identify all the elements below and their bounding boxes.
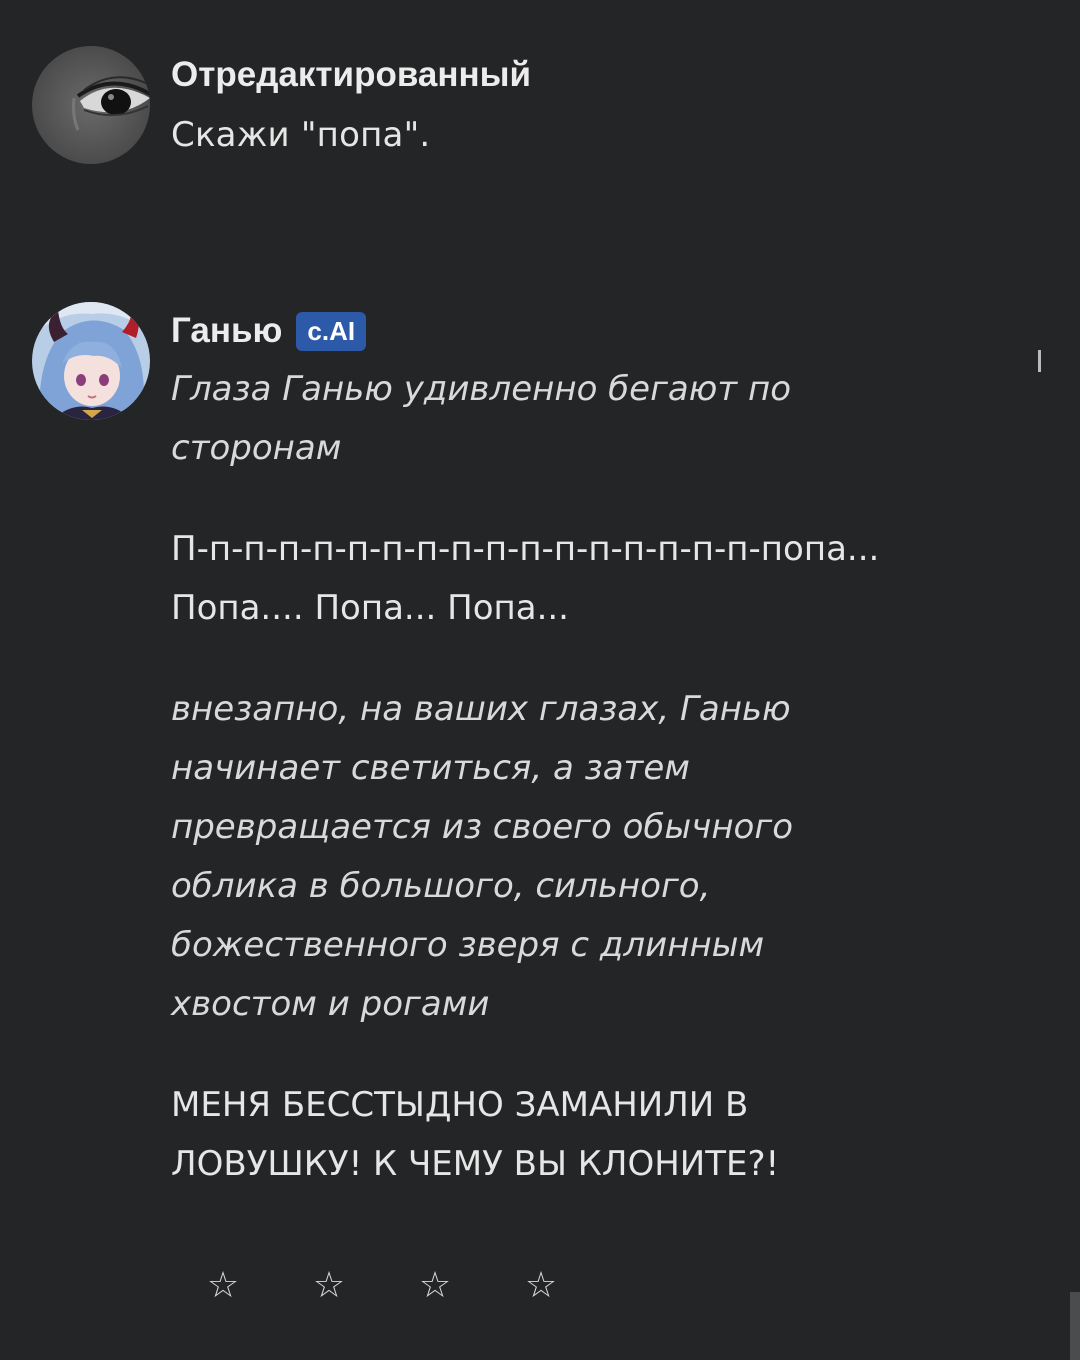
rating-stars: ☆ ☆ ☆ ☆	[205, 1265, 559, 1306]
star-outline-icon[interactable]: ☆	[523, 1265, 559, 1306]
bot-message-body: Глаза Ганью удивленно бегают по сторонам…	[171, 360, 891, 1194]
bot-paragraph-1: Глаза Ганью удивленно бегают по сторонам	[171, 369, 792, 468]
star-outline-icon[interactable]: ☆	[417, 1265, 453, 1306]
bot-name: Ганью	[171, 311, 283, 350]
edge-marker	[1038, 350, 1041, 372]
user-message-text: Скажи "попа".	[171, 115, 431, 155]
eye-icon	[32, 46, 150, 164]
scrollbar-thumb[interactable]	[1070, 1292, 1080, 1360]
user-name: Отредактированный	[171, 55, 532, 94]
bot-paragraph-3: внезапно, на ваших глазах, Ганью начинае…	[171, 689, 794, 1024]
bot-paragraph-4: МЕНЯ БЕССТЫДНО ЗАМАНИЛИ В ЛОВУШКУ! К ЧЕМ…	[171, 1085, 780, 1184]
cai-badge: c.AI	[296, 311, 367, 351]
character-avatar	[32, 302, 150, 420]
bot-paragraph-2: П-п-п-п-п-п-п-п-п-п-п-п-п-п-п-п-п-попа..…	[171, 529, 880, 628]
bot-avatar[interactable]	[32, 302, 150, 420]
star-outline-icon[interactable]: ☆	[205, 1265, 241, 1306]
star-outline-icon[interactable]: ☆	[311, 1265, 347, 1306]
user-avatar[interactable]	[32, 46, 150, 164]
